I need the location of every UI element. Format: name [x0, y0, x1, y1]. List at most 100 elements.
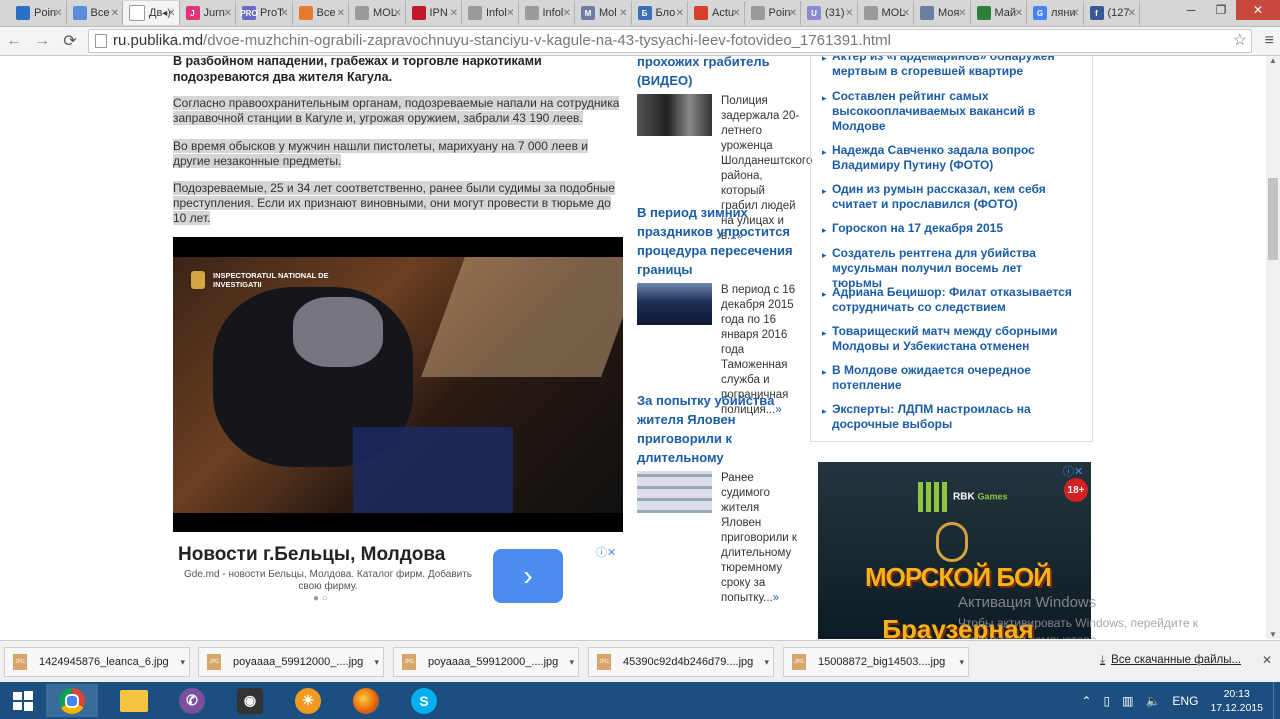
tab-close-icon[interactable]: ✕ [224, 8, 232, 19]
tab-close-icon[interactable]: ✕ [450, 8, 458, 19]
news-link[interactable]: Гороскоп на 17 декабря 2015 [832, 221, 1072, 236]
clock[interactable]: 20:13 17.12.2015 [1210, 687, 1263, 715]
taskbar-explorer[interactable] [108, 684, 160, 717]
browser-tab[interactable]: Май ✕ [971, 1, 1027, 25]
start-button[interactable] [0, 684, 46, 717]
show-desktop-button[interactable] [1273, 682, 1280, 719]
tab-close-icon[interactable]: ✕ [845, 8, 853, 19]
language-indicator[interactable]: ENG [1172, 694, 1198, 708]
browser-tab[interactable]: Infol ✕ [519, 1, 575, 25]
download-item[interactable]: JPG 15008872_big14503....jpg ▾ [783, 647, 969, 677]
chevron-down-icon[interactable]: ▾ [374, 657, 379, 668]
download-item[interactable]: JPG poyaaaa_59912000_....jpg ▾ [198, 647, 384, 677]
news-title[interactable]: За попытку убийства жителя Яловен пригов… [637, 391, 797, 467]
download-item[interactable]: JPG poyaaaa_59912000_....jpg ▾ [393, 647, 579, 677]
browser-tab[interactable]: Poin ✕ [745, 1, 801, 25]
news-thumbnail[interactable] [637, 471, 712, 513]
browser-tab[interactable]: Все ✕ [67, 1, 123, 25]
ad-pager-dots[interactable]: ● ○ [313, 593, 328, 604]
back-icon[interactable]: ← [4, 31, 24, 51]
reload-icon[interactable]: ⟳ [60, 31, 80, 51]
browser-tab[interactable]: MOL ✕ [858, 1, 914, 25]
page-scrollbar[interactable]: ▲ ▼ [1266, 56, 1280, 639]
tab-close-icon[interactable]: ✕ [1071, 8, 1079, 19]
browser-tab[interactable]: PRO ProT ✕ [236, 1, 293, 25]
browser-tab[interactable]: Poin ✕ [10, 1, 67, 25]
tab-close-icon[interactable]: ✕ [676, 8, 684, 19]
tab-close-icon[interactable]: ✕ [167, 8, 175, 19]
taskbar-chrome[interactable] [46, 684, 98, 717]
news-link[interactable]: Надежда Савченко задала вопрос Владимиру… [832, 143, 1072, 173]
taskbar-app-sun[interactable]: ☀ [282, 684, 334, 717]
browser-tab[interactable]: J Jurn ✕ [180, 1, 236, 25]
tab-close-icon[interactable]: ✕ [393, 8, 401, 19]
forward-icon[interactable]: → [32, 31, 52, 51]
news-link[interactable]: Один из румын рассказал, кем себя считае… [832, 182, 1072, 212]
tab-close-icon[interactable]: ✕ [902, 8, 910, 19]
tab-close-icon[interactable]: ✕ [111, 8, 119, 19]
ad-banner-left[interactable]: Новости г.Бельцы, Молдова Gde.md - новос… [173, 541, 623, 611]
all-downloads-link[interactable]: ⤓ Все скачанные файлы... [1100, 654, 1241, 667]
browser-tab[interactable]: Infol ✕ [462, 1, 519, 25]
chevron-down-icon[interactable]: ▾ [180, 657, 185, 668]
download-item[interactable]: JPG 45390c92d4b246d79....jpg ▾ [588, 647, 774, 677]
adchoices-icon[interactable]: ⓘ✕ [596, 544, 616, 560]
tab-close-icon[interactable]: ✕ [506, 8, 514, 19]
tab-close-icon[interactable]: ✕ [337, 8, 345, 19]
download-item[interactable]: JPG 1424945876_leanca_6.jpg ▾ [4, 647, 190, 677]
news-link[interactable]: Адриана Бецишор: Филат отказывается сотр… [832, 285, 1072, 315]
news-link[interactable]: Товарищеский матч между сборными Молдовы… [832, 324, 1072, 354]
news-title[interactable]: прохожих грабитель (ВИДЕО) [637, 56, 797, 90]
ad-go-button[interactable]: › [493, 549, 563, 603]
scrollbar-thumb[interactable] [1268, 178, 1278, 260]
game-ad-banner[interactable]: RBK Games 18+ МОРСКОЙ БОЙ Браузерная [818, 462, 1091, 639]
bookmark-star-icon[interactable]: ☆ [1233, 30, 1247, 52]
tab-close-icon[interactable]: ✕ [563, 8, 571, 19]
scroll-up-icon[interactable]: ▲ [1269, 56, 1277, 65]
news-link[interactable]: Эксперты: ЛДПМ настроилась на досрочные … [832, 402, 1072, 432]
tray-app-icon[interactable]: ▯ [1104, 694, 1111, 708]
taskbar-skype[interactable]: S [398, 684, 450, 717]
news-thumbnail[interactable] [637, 283, 712, 325]
browser-tab[interactable]: Все ✕ [293, 1, 349, 25]
volume-icon[interactable]: 🔈 [1145, 694, 1160, 708]
browser-tab[interactable]: f (127 ✕ [1084, 1, 1140, 25]
news-link[interactable]: Актер из «Гардемаринов» обнаружен мертвы… [832, 56, 1072, 79]
ad-game-title[interactable]: МОРСКОЙ БОЙ [828, 562, 1088, 593]
ad-title[interactable]: Новости г.Бельцы, Молдова [178, 544, 478, 566]
menu-icon[interactable]: ≡ [1265, 32, 1274, 50]
chevron-down-icon[interactable]: ▾ [959, 657, 964, 668]
close-downloads-icon[interactable]: ✕ [1262, 653, 1272, 667]
news-thumbnail[interactable] [637, 94, 712, 136]
news-link[interactable]: Составлен рейтинг самых высокооплачиваем… [832, 89, 1072, 134]
taskbar-firefox[interactable] [340, 684, 392, 717]
tab-close-icon[interactable]: ✕ [732, 8, 740, 19]
chevron-down-icon[interactable]: ▾ [764, 657, 769, 668]
tab-close-icon[interactable]: ✕ [789, 8, 797, 19]
browser-tab[interactable]: Actu ✕ [688, 1, 745, 25]
browser-tab[interactable]: MOL ✕ [349, 1, 406, 25]
chevron-down-icon[interactable]: ▾ [569, 657, 574, 668]
browser-tab[interactable]: Моя ✕ [914, 1, 971, 25]
browser-tab[interactable]: M Mol ✕ [575, 1, 632, 25]
browser-tab[interactable]: Б Бло ✕ [632, 1, 688, 25]
address-bar[interactable]: ru.publika.md/dvoe-muzhchin-ograbili-zap… [88, 29, 1252, 53]
close-window-button[interactable]: ✕ [1236, 0, 1280, 20]
tab-close-icon[interactable]: ✕ [54, 8, 62, 19]
adchoices-icon[interactable]: ⓘ✕ [1063, 463, 1083, 479]
browser-tab[interactable]: Дв ◂) ✕ [123, 1, 180, 25]
minimize-button[interactable]: ─ [1176, 0, 1206, 20]
news-title[interactable]: В период зимних праздников упростится пр… [637, 203, 797, 279]
tab-close-icon[interactable]: ✕ [1015, 8, 1023, 19]
video-player[interactable]: INSPECTORATUL NATIONAL DE INVESTIGATII [173, 237, 623, 532]
browser-tab[interactable]: IPN ✕ [406, 1, 462, 25]
tab-close-icon[interactable]: ✕ [958, 8, 966, 19]
browser-tab[interactable]: Gляни ✕ [1027, 1, 1084, 25]
tab-close-icon[interactable]: ✕ [619, 8, 627, 19]
tab-close-icon[interactable]: ✕ [1128, 8, 1136, 19]
taskbar-camera[interactable]: ◉ [224, 684, 276, 717]
scroll-down-icon[interactable]: ▼ [1269, 630, 1277, 639]
browser-tab[interactable]: U (31) ✕ [801, 1, 858, 25]
restore-button[interactable]: ❐ [1206, 0, 1236, 20]
news-link[interactable]: В Молдове ожидается очередное потепление [832, 363, 1072, 393]
